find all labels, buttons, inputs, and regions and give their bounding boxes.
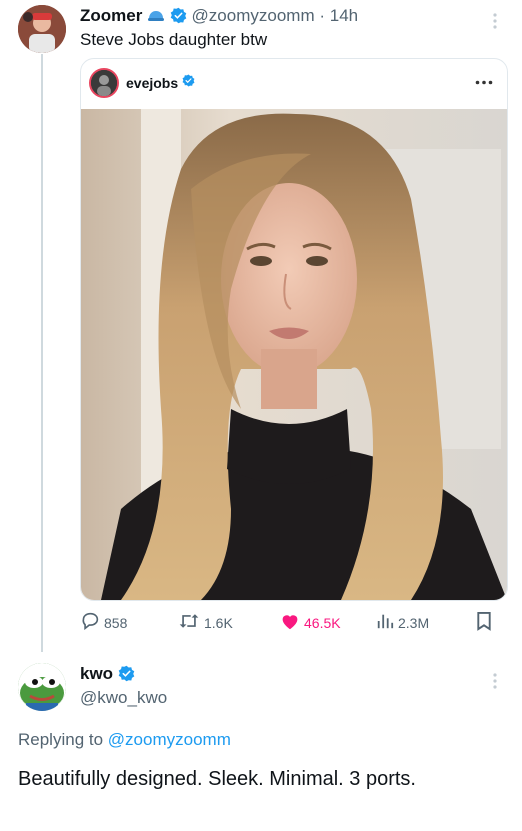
verified-icon xyxy=(170,7,187,29)
separator-dot: · xyxy=(319,6,326,25)
reply-author-handle[interactable]: @kwo_kwo xyxy=(80,688,167,708)
tweet-more-icon[interactable] xyxy=(492,12,498,30)
like-count: 46.5K xyxy=(304,614,341,631)
reply-count: 858 xyxy=(104,614,128,631)
tweet-text: Steve Jobs daughter btw xyxy=(80,30,268,49)
like-button[interactable]: 46.5K xyxy=(280,612,341,633)
reply-button[interactable]: 858 xyxy=(80,612,127,633)
embedded-avatar[interactable] xyxy=(89,68,119,98)
retweet-icon xyxy=(178,612,204,633)
reply-header: kwo xyxy=(80,664,135,687)
replying-to-prefix: Replying to xyxy=(18,730,104,749)
views-count: 2.3M xyxy=(398,614,430,631)
embedded-post-header: evejobs xyxy=(89,65,195,101)
embedded-post-card[interactable]: evejobs xyxy=(80,58,508,601)
embedded-more-icon[interactable] xyxy=(475,77,493,85)
replying-to-line: Replying to @zoomyzoomm xyxy=(18,730,231,750)
thread-connector-line xyxy=(41,54,43,652)
cap-emoji-icon xyxy=(147,8,165,29)
heart-icon xyxy=(280,612,304,633)
author-handle[interactable]: @zoomyzoomm xyxy=(192,6,315,25)
replying-to-mention[interactable]: @zoomyzoomm xyxy=(108,730,231,749)
verified-icon xyxy=(118,665,135,687)
reply-author-name[interactable]: kwo xyxy=(80,664,113,683)
bookmark-button[interactable] xyxy=(476,612,496,634)
verified-icon xyxy=(182,74,195,92)
author-name[interactable]: Zoomer xyxy=(80,6,142,25)
retweet-count: 1.6K xyxy=(204,614,233,631)
reply-text: Beautifully designed. Sleek. Minimal. 3 … xyxy=(18,768,416,790)
post-photo[interactable] xyxy=(81,109,507,600)
retweet-button[interactable]: 1.6K xyxy=(178,612,233,633)
zoomer-avatar[interactable] xyxy=(18,5,66,53)
reply-icon xyxy=(80,612,104,633)
tweet-action-bar: 858 1.6K 46.5K 2.3M xyxy=(80,612,506,634)
kwo-avatar[interactable] xyxy=(18,663,66,711)
embedded-username[interactable]: evejobs xyxy=(126,75,178,91)
bookmark-icon xyxy=(476,612,496,634)
views-icon xyxy=(376,612,398,633)
reply-more-icon[interactable] xyxy=(492,672,498,690)
views-button[interactable]: 2.3M xyxy=(376,612,429,633)
tweet-time[interactable]: 14h xyxy=(330,6,358,25)
tweet-header: Zoomer @zoomyzoomm · 14h xyxy=(80,6,358,29)
